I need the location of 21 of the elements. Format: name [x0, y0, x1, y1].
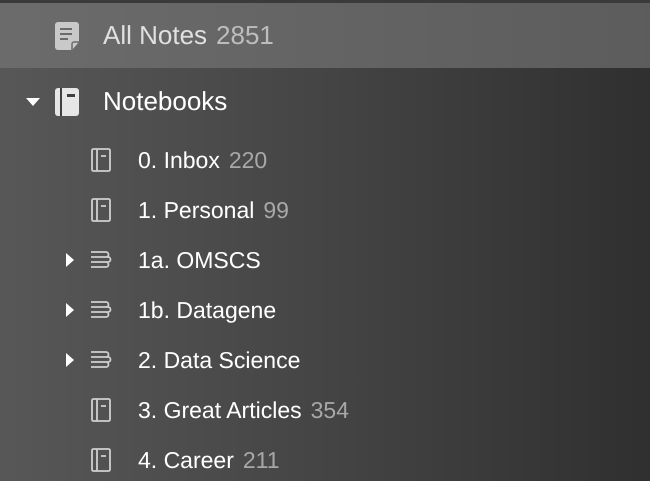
note-icon [55, 22, 79, 50]
notebooks-header[interactable]: Notebooks [0, 68, 650, 135]
stack-icon [90, 300, 112, 320]
caret-icon[interactable] [64, 302, 76, 318]
caret-icon[interactable] [64, 352, 76, 368]
all-notes-item[interactable]: All Notes 2851 [0, 3, 650, 68]
notebook-item[interactable]: 1. Personal 99 [0, 185, 650, 235]
notebook-item[interactable]: 1a. OMSCS [0, 235, 650, 285]
stack-icon [90, 350, 112, 370]
caret-icon[interactable] [64, 252, 76, 268]
notebook-icon [90, 198, 112, 222]
notebook-icon [90, 148, 112, 172]
notebook-item[interactable]: 2. Data Science [0, 335, 650, 385]
notebook-item[interactable]: 4. Career 211 [0, 435, 650, 481]
notebook-icon [90, 448, 112, 472]
notebook-icon [90, 398, 112, 422]
stack-icon [90, 250, 112, 270]
notebook-item[interactable]: 3. Great Articles 354 [0, 385, 650, 435]
notebook-icon [55, 88, 79, 116]
notebook-item[interactable]: 1b. Datagene [0, 285, 650, 335]
notebook-item[interactable]: 0. Inbox 220 [0, 135, 650, 185]
